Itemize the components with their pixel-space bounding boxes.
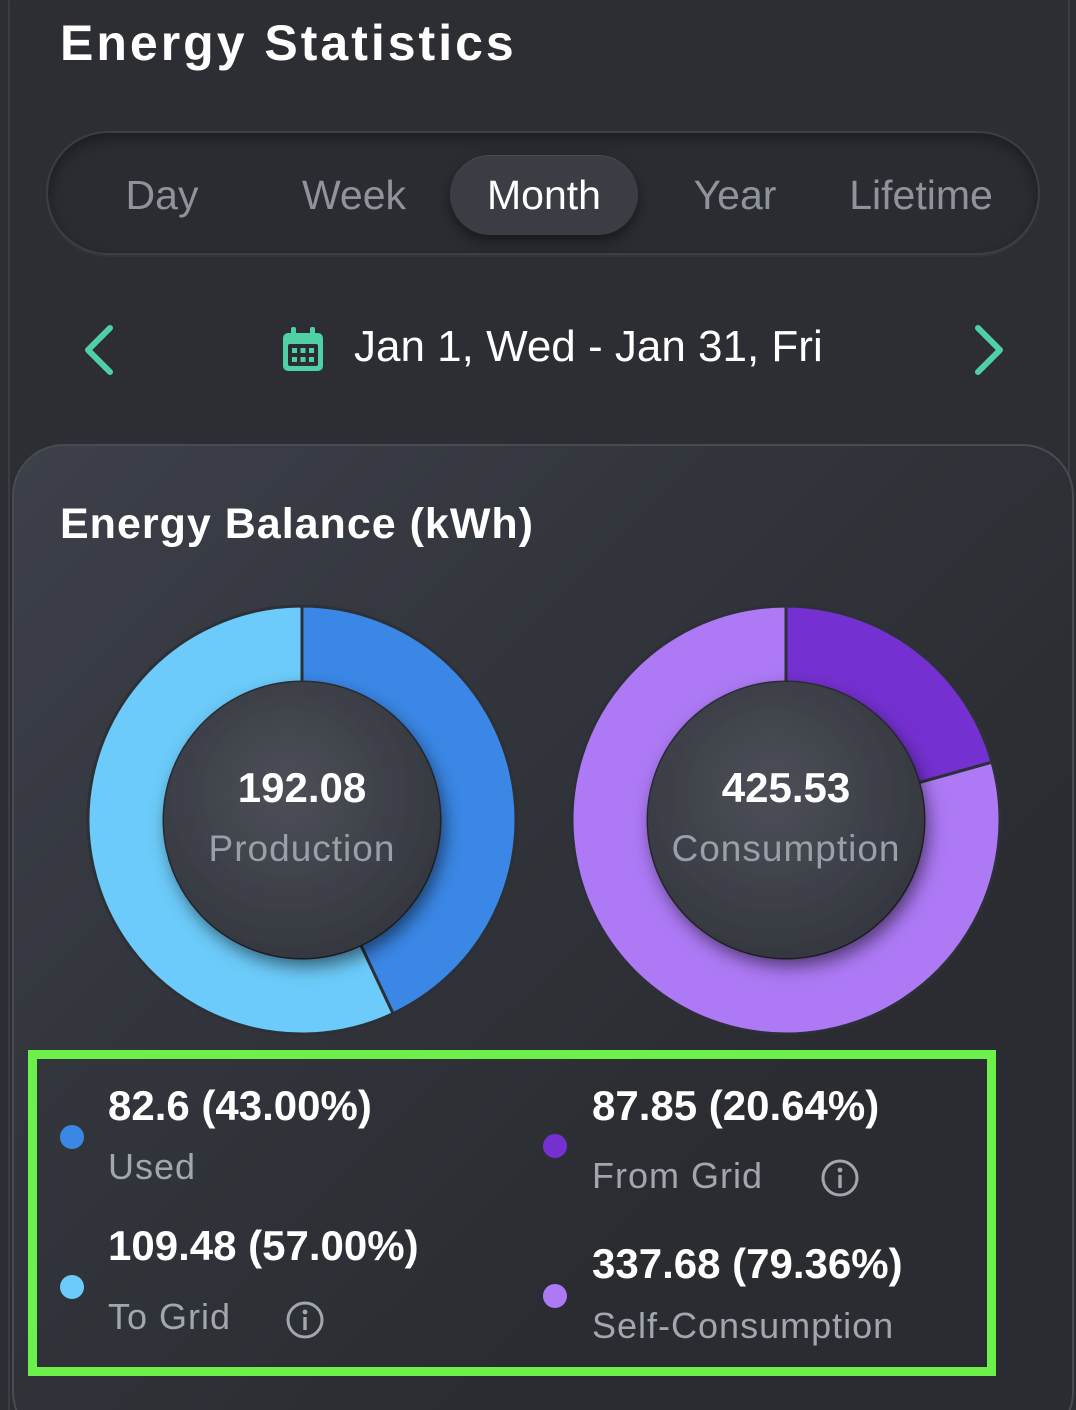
calendar-icon [283, 327, 323, 371]
from-grid-color-dot [543, 1134, 567, 1158]
to-grid-label: To Grid [108, 1296, 232, 1337]
tab-year[interactable]: Year [672, 155, 798, 235]
from-grid-value: 87.85 (20.64%) [592, 1082, 880, 1129]
tab-day[interactable]: Day [100, 155, 224, 235]
next-period-button[interactable] [958, 322, 1018, 378]
consumption-label: Consumption [671, 828, 901, 869]
consumption-donut-chart [570, 604, 1002, 1036]
consumption-total: 425.53 [721, 764, 851, 811]
tab-month[interactable]: Month [450, 155, 638, 235]
tab-lifetime[interactable]: Lifetime [836, 155, 1006, 235]
page-title: Energy Statistics [60, 15, 517, 71]
used-value: 82.6 (43.00%) [108, 1082, 372, 1129]
self-consumption-color-dot [543, 1284, 567, 1308]
chevron-right-icon [975, 325, 1003, 375]
consumption-center-disc [648, 682, 924, 958]
to-grid-value: 109.48 (57.00%) [108, 1222, 419, 1269]
energy-balance-title: Energy Balance (kWh) [60, 500, 534, 548]
to-grid-color-dot [60, 1275, 84, 1299]
from-grid-label: From Grid [592, 1155, 763, 1196]
production-label: Production [208, 828, 396, 869]
chevron-left-icon [85, 325, 113, 375]
tab-week[interactable]: Week [288, 155, 420, 235]
to-grid-info-icon[interactable] [285, 1300, 325, 1340]
previous-period-button[interactable] [70, 322, 130, 378]
self-consumption-value: 337.68 (79.36%) [592, 1240, 903, 1287]
self-consumption-label: Self-Consumption [592, 1305, 895, 1346]
production-donut-chart [86, 604, 518, 1036]
from-grid-info-icon[interactable] [820, 1158, 860, 1198]
used-color-dot [60, 1125, 84, 1149]
production-center-disc [164, 682, 440, 958]
production-total: 192.08 [237, 764, 367, 811]
used-label: Used [108, 1146, 197, 1187]
date-range-label[interactable]: Jan 1, Wed - Jan 31, Fri [354, 322, 823, 372]
energy-statistics-screen: Energy Statistics Day Week Month Year Li… [0, 0, 1076, 1410]
period-tabs: Day Week Month Year Lifetime [46, 131, 1040, 255]
